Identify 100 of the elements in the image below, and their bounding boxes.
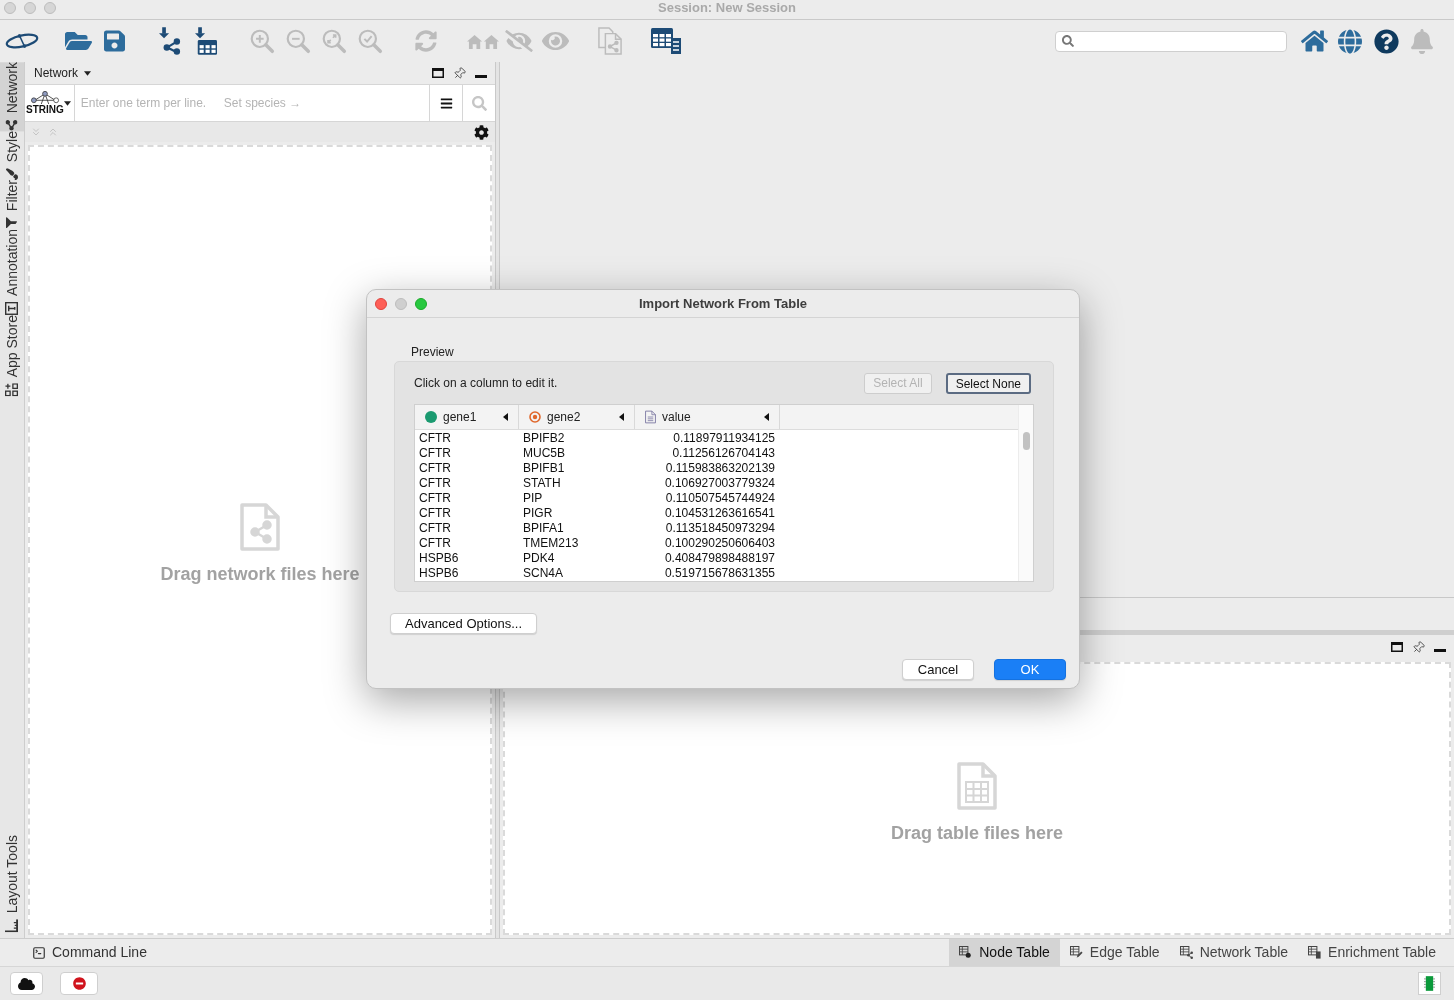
table-cell-text: CFTR: [418, 506, 452, 521]
table-cell-text: HSPB6: [418, 551, 460, 566]
dialog-title: Import Network From Table: [638, 294, 808, 313]
table-tab[interactable]: Edge Table: [1059, 939, 1170, 966]
table-cell-text: 0.104531263616541: [663, 506, 776, 521]
terminal-icon: [32, 945, 46, 960]
table-cell-text: BPIFA1: [522, 521, 565, 536]
globe-icon[interactable]: [1338, 28, 1362, 54]
help-icon[interactable]: [1373, 28, 1399, 54]
table-icon: [1308, 946, 1322, 959]
table-cell-text: CFTR: [418, 521, 452, 536]
drop-hint: Drag table files here: [890, 821, 1064, 844]
caret-down-icon: [63, 100, 71, 106]
settings-icon[interactable]: [474, 124, 489, 140]
table-cell-text: BPIFB1: [522, 461, 566, 476]
menu-button[interactable]: [429, 84, 462, 122]
side-tab[interactable]: Layout Tools: [0, 834, 24, 932]
side-tab[interactable]: Network: [0, 62, 24, 132]
document-icon: [645, 410, 656, 424]
search-field[interactable]: [1055, 30, 1287, 52]
search-icon: [1062, 35, 1074, 47]
table-cell-text: 0.519715678631355: [663, 566, 776, 581]
dialog-button[interactable]: OK: [994, 659, 1066, 680]
table-cell-text: 0.100290250606403: [663, 536, 776, 551]
table-cell-text: 0.106927003779324: [663, 476, 776, 491]
caret-left-icon: [764, 413, 769, 421]
table-icon: [959, 946, 973, 959]
column-header[interactable]: gene1: [415, 405, 519, 429]
table-cell-text: 0.11256126704143: [671, 446, 776, 461]
command-line-button[interactable]: Command Line: [32, 939, 147, 966]
table-cell-text: CFTR: [418, 491, 452, 506]
table-cell-text: 0.408479898488197: [663, 551, 776, 566]
grid-plus-icon: [5, 382, 19, 396]
menu-icon: [439, 96, 453, 110]
table-cell-text: CFTR: [418, 476, 452, 491]
drop-hint: Drag network files here: [160, 563, 360, 585]
caret-left-icon: [503, 413, 508, 421]
network-graph-icon: [29, 91, 60, 104]
table-cell-text: CFTR: [418, 461, 452, 476]
network-dropdown[interactable]: Network: [34, 64, 91, 82]
table-cell-text: SCN4A: [522, 566, 564, 581]
table-tab[interactable]: Node Table: [949, 939, 1060, 966]
table-list-icon[interactable]: [651, 28, 681, 54]
table-cell-text: 0.110507545744924: [664, 491, 776, 506]
text-box-icon: [5, 301, 19, 315]
table-cell-text: PIP: [522, 491, 544, 506]
side-tab[interactable]: App Store: [0, 314, 24, 396]
select-button[interactable]: Select None: [945, 372, 1031, 394]
maximize-icon[interactable]: [1391, 642, 1403, 652]
brush-icon: [6, 168, 18, 181]
scrollbar[interactable]: [1018, 405, 1033, 581]
maximize-window-icon[interactable]: [415, 297, 427, 310]
minimize-icon[interactable]: [1434, 648, 1446, 652]
table-cell-text: 0.115983863202139: [664, 461, 776, 476]
chip-icon: [1424, 976, 1435, 991]
ruler-icon: [5, 919, 19, 932]
arrow-network-icon[interactable]: [159, 27, 181, 55]
window-title: Session: New Session: [658, 0, 796, 17]
document-table-icon: [957, 761, 997, 810]
dialog-button[interactable]: Cancel: [902, 659, 974, 680]
cloud-icon: [18, 976, 35, 991]
minimize-icon[interactable]: [475, 74, 487, 78]
scrollbar-thumb[interactable]: [1022, 432, 1030, 450]
search-icon: [471, 95, 487, 111]
table-cell-text: BPIFB2: [522, 431, 566, 446]
arrow-table-icon[interactable]: [195, 27, 217, 55]
side-tab[interactable]: Filter: [0, 180, 24, 229]
advanced-options-button[interactable]: Advanced Options...: [390, 613, 538, 634]
filter-icon: [6, 217, 18, 229]
folder-open-icon[interactable]: [64, 29, 92, 53]
ellipse-logo-icon[interactable]: [5, 33, 39, 49]
save-icon[interactable]: [103, 29, 125, 53]
table-tab[interactable]: Enrichment Table: [1298, 939, 1446, 966]
maximize-icon[interactable]: [432, 68, 444, 78]
table-cell-text: HSPB6: [418, 566, 460, 581]
stop-button[interactable]: [60, 972, 98, 995]
table-cell-text: PIGR: [522, 506, 554, 521]
document-share-icon: [240, 503, 280, 551]
column-header[interactable]: gene2: [519, 405, 635, 429]
side-tab[interactable]: Annotation: [0, 228, 24, 315]
target-icon: [529, 411, 541, 423]
table-cell-text: STATH: [522, 476, 562, 491]
home-icon[interactable]: [1300, 29, 1328, 53]
nodes-icon: [6, 119, 18, 131]
table-cell-text: MUC5B: [522, 446, 566, 461]
table-tab[interactable]: Network Table: [1169, 939, 1299, 966]
close-icon[interactable]: [375, 297, 387, 310]
memory-button[interactable]: [1418, 972, 1441, 995]
table-cell-text: CFTR: [418, 431, 452, 446]
table-cell-text: PDK4: [522, 551, 556, 566]
table-icon: [1069, 946, 1083, 959]
table-cell-text: 0.113518450973294: [664, 521, 776, 536]
no-entry-icon: [72, 977, 86, 990]
side-tab[interactable]: Style: [0, 131, 24, 181]
table-cell-text: 0.11897911934125: [672, 431, 776, 446]
column-header[interactable]: value: [635, 405, 780, 429]
cloud-button[interactable]: [10, 972, 43, 995]
table-icon: [1179, 946, 1193, 959]
section-label: Preview: [411, 345, 454, 359]
string-selector[interactable]: STRING: [25, 84, 74, 122]
